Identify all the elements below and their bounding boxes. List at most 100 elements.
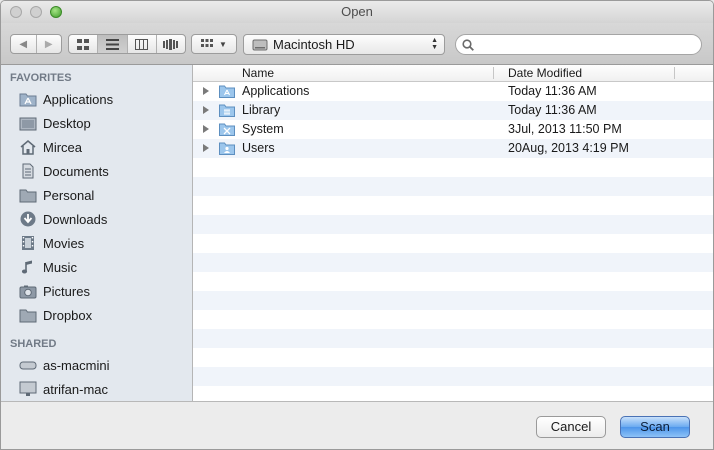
file-name: System [242, 122, 284, 136]
column-view-button[interactable] [128, 35, 157, 53]
disclosure-triangle-icon[interactable] [203, 87, 209, 95]
file-name: Library [242, 103, 281, 117]
sidebar-item-label: Applications [43, 91, 114, 107]
file-date: 3Jul, 2013 11:50 PM [508, 122, 622, 136]
scan-button[interactable]: Scan [620, 416, 690, 438]
sidebar-item-dropbox[interactable]: Dropbox [1, 303, 192, 327]
sidebar-item-downloads[interactable]: Downloads [1, 207, 192, 231]
empty-row [193, 348, 713, 367]
sidebar-item-desktop[interactable]: Desktop [1, 111, 192, 135]
close-window-button[interactable] [10, 6, 22, 18]
list-view-button[interactable] [98, 35, 128, 53]
hard-drive-icon [252, 39, 268, 51]
disclosure-triangle-icon[interactable] [203, 144, 209, 152]
window-title: Open [341, 4, 373, 19]
file-date: Today 11:36 AM [508, 84, 597, 98]
sidebar-item-label: Documents [43, 163, 109, 179]
sidebar-item-as-macmini[interactable]: as-macmini [1, 353, 192, 377]
arrange-menu-button[interactable]: ▼ [191, 34, 237, 54]
sidebar-item-label: Mircea [43, 139, 83, 155]
empty-row [193, 196, 713, 215]
icon-view-button[interactable] [69, 35, 99, 53]
sidebar-item-music[interactable]: Music [1, 255, 192, 279]
empty-row [193, 158, 713, 177]
sidebar-item-mircea[interactable]: Mircea [1, 135, 192, 159]
coverflow-view-icon [163, 38, 179, 50]
back-forward-control: ◀ ▶ [10, 34, 62, 54]
location-label: Macintosh HD [273, 37, 355, 52]
users-folder-icon [219, 142, 235, 155]
sidebar-item-applications[interactable]: Applications [1, 87, 192, 111]
sidebar: FAVORITES Applications Desktop Mircea Do… [1, 65, 193, 401]
sidebar-item-label: Desktop [43, 115, 91, 131]
list-view-icon [105, 38, 119, 50]
sidebar-item-label: Movies [43, 235, 85, 251]
sidebar-item-label: as-macmini [43, 357, 110, 373]
back-button[interactable]: ◀ [11, 35, 37, 53]
sidebar-item-documents[interactable]: Documents [1, 159, 192, 183]
folder-icon [19, 306, 37, 324]
back-arrow-icon: ◀ [19, 38, 28, 50]
coverflow-view-button[interactable] [157, 35, 185, 53]
sidebar-item-label: atrifan-mac [43, 381, 109, 397]
view-mode-control [68, 34, 186, 54]
applications-folder-icon [219, 85, 235, 98]
column-view-icon [135, 38, 149, 50]
home-icon [19, 138, 37, 156]
empty-row [193, 215, 713, 234]
empty-row [193, 291, 713, 310]
system-folder-icon [219, 123, 235, 136]
column-header-name[interactable]: Name [242, 65, 274, 81]
shared-header: SHARED [10, 338, 57, 350]
forward-arrow-icon: ▶ [44, 38, 53, 50]
sidebar-item-atrifan-mac[interactable]: atrifan-mac [1, 377, 192, 401]
sidebar-item-label: Dropbox [43, 307, 93, 323]
pictures-icon [19, 282, 37, 300]
applications-icon [19, 90, 37, 108]
open-dialog-window: Open ◀ ▶ ▼ Macintosh HD ▲ ▼ FAVORITES Ap… [0, 0, 714, 450]
table-row[interactable]: System 3Jul, 2013 11:50 PM [193, 120, 713, 139]
search-icon [462, 38, 474, 51]
empty-row [193, 310, 713, 329]
file-date: Today 11:36 AM [508, 103, 597, 117]
minimize-window-button[interactable] [30, 6, 42, 18]
toolbar: ◀ ▶ ▼ Macintosh HD ▲ ▼ [1, 23, 713, 65]
cancel-button[interactable]: Cancel [536, 416, 606, 438]
location-popup[interactable]: Macintosh HD ▲ ▼ [243, 34, 445, 55]
desktop-icon [19, 114, 37, 132]
forward-button[interactable]: ▶ [37, 35, 62, 53]
chevron-down-icon: ▼ [219, 39, 227, 49]
movies-icon [19, 234, 37, 252]
file-name: Applications [242, 84, 310, 98]
sidebar-item-pictures[interactable]: Pictures [1, 279, 192, 303]
disclosure-triangle-icon[interactable] [203, 106, 209, 114]
column-header-date-modified[interactable]: Date Modified [508, 65, 582, 81]
column-divider[interactable] [674, 67, 675, 79]
arrange-grid-icon [201, 39, 214, 47]
dialog-footer: Cancel Scan [1, 401, 713, 449]
zoom-window-button[interactable] [50, 6, 62, 18]
title-bar: Open [1, 1, 713, 23]
column-divider[interactable] [493, 67, 494, 79]
server-icon [19, 356, 37, 374]
music-icon [19, 258, 37, 276]
table-row[interactable]: Users 20Aug, 2013 4:19 PM [193, 139, 713, 158]
file-name: Users [242, 141, 275, 155]
imac-icon [19, 380, 37, 398]
sidebar-item-label: Personal [43, 187, 95, 203]
empty-row [193, 234, 713, 253]
sidebar-item-movies[interactable]: Movies [1, 231, 192, 255]
favorites-header: FAVORITES [10, 72, 72, 84]
search-input[interactable] [478, 36, 682, 53]
table-row[interactable]: Library Today 11:36 AM [193, 101, 713, 120]
library-folder-icon [219, 104, 235, 117]
empty-row [193, 329, 713, 348]
file-date: 20Aug, 2013 4:19 PM [508, 141, 629, 155]
search-field[interactable] [455, 34, 702, 55]
sidebar-item-personal[interactable]: Personal [1, 183, 192, 207]
disclosure-triangle-icon[interactable] [203, 125, 209, 133]
column-header: Name Date Modified [193, 65, 713, 82]
table-row[interactable]: Applications Today 11:36 AM [193, 82, 713, 101]
documents-icon [19, 162, 37, 180]
empty-row [193, 253, 713, 272]
